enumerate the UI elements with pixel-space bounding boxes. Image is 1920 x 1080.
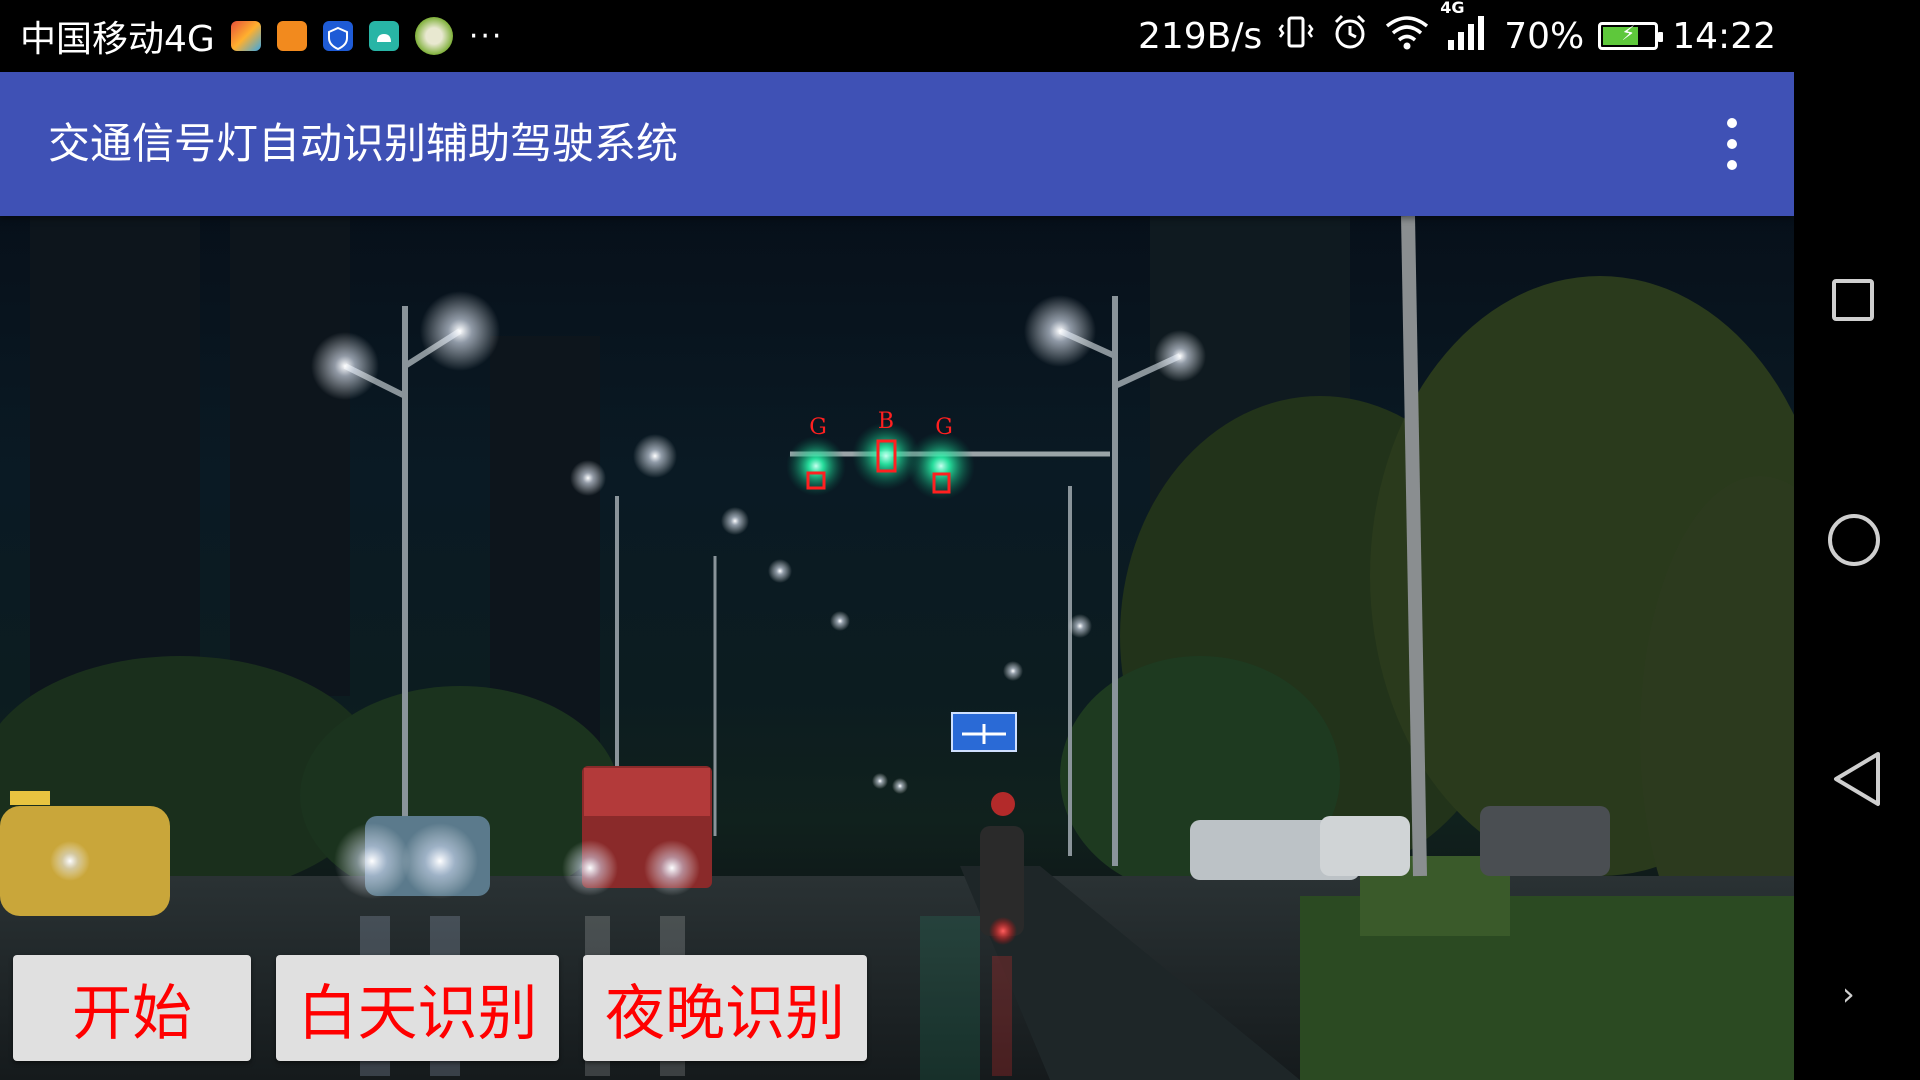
camera-preview: GBG [0, 216, 1794, 1080]
alarm-icon [1330, 12, 1370, 61]
carrier-label: 中国移动4G [20, 19, 215, 60]
net-speed: 219B/s [1137, 15, 1263, 57]
avatar-app-icon [414, 17, 453, 55]
menu-dot [1727, 160, 1737, 170]
status-right: 219B/s 4G 70% ⚡ 14:22 [1138, 0, 1776, 72]
recent-apps-icon[interactable] [1832, 279, 1874, 321]
road-sign [951, 712, 1017, 752]
app-title: 交通信号灯自动识别辅助驾驶系统 [48, 119, 679, 168]
start-button[interactable]: 开始 [13, 955, 251, 1061]
navigation-bar: › [1794, 0, 1920, 1080]
menu-dot [1727, 139, 1737, 149]
night-recognition-button[interactable]: 夜晚识别 [583, 955, 867, 1061]
cell-signal-icon: 4G [1440, 0, 1490, 61]
expand-icon[interactable]: › [1842, 975, 1855, 1013]
overflow-menu-icon[interactable] [1720, 118, 1744, 170]
wifi-icon [1384, 12, 1430, 61]
battery-percent: 70% [1504, 15, 1585, 57]
home-icon[interactable] [1828, 514, 1880, 566]
app-icon-2 [276, 21, 307, 51]
app-bar: 交通信号灯自动识别辅助驾驶系统 [0, 72, 1794, 216]
charging-bolt-icon: ⚡ [1621, 21, 1636, 45]
shield-app-icon [322, 21, 353, 51]
status-bar: 中国移动4G ··· 219B/s 4G 70% ⚡ 14:22 [0, 0, 1794, 72]
vibrate-icon [1276, 12, 1316, 61]
clock: 14:22 [1672, 15, 1776, 57]
back-icon[interactable] [1830, 750, 1884, 812]
day-recognition-button[interactable]: 白天识别 [276, 955, 559, 1061]
more-notifications-icon: ··· [468, 18, 504, 54]
battery-icon: ⚡ [1598, 21, 1664, 50]
status-left: 中国移动4G ··· [20, 0, 503, 72]
detection-label: B [878, 409, 894, 434]
app-icon-1 [230, 21, 261, 51]
android-app-icon [368, 21, 399, 51]
signal-type-label: 4G [1440, 0, 1465, 17]
night-street-scene: GBG [0, 216, 1794, 1080]
menu-dot [1727, 118, 1737, 128]
detection-label: G [809, 415, 827, 440]
detection-label: G [935, 415, 953, 440]
